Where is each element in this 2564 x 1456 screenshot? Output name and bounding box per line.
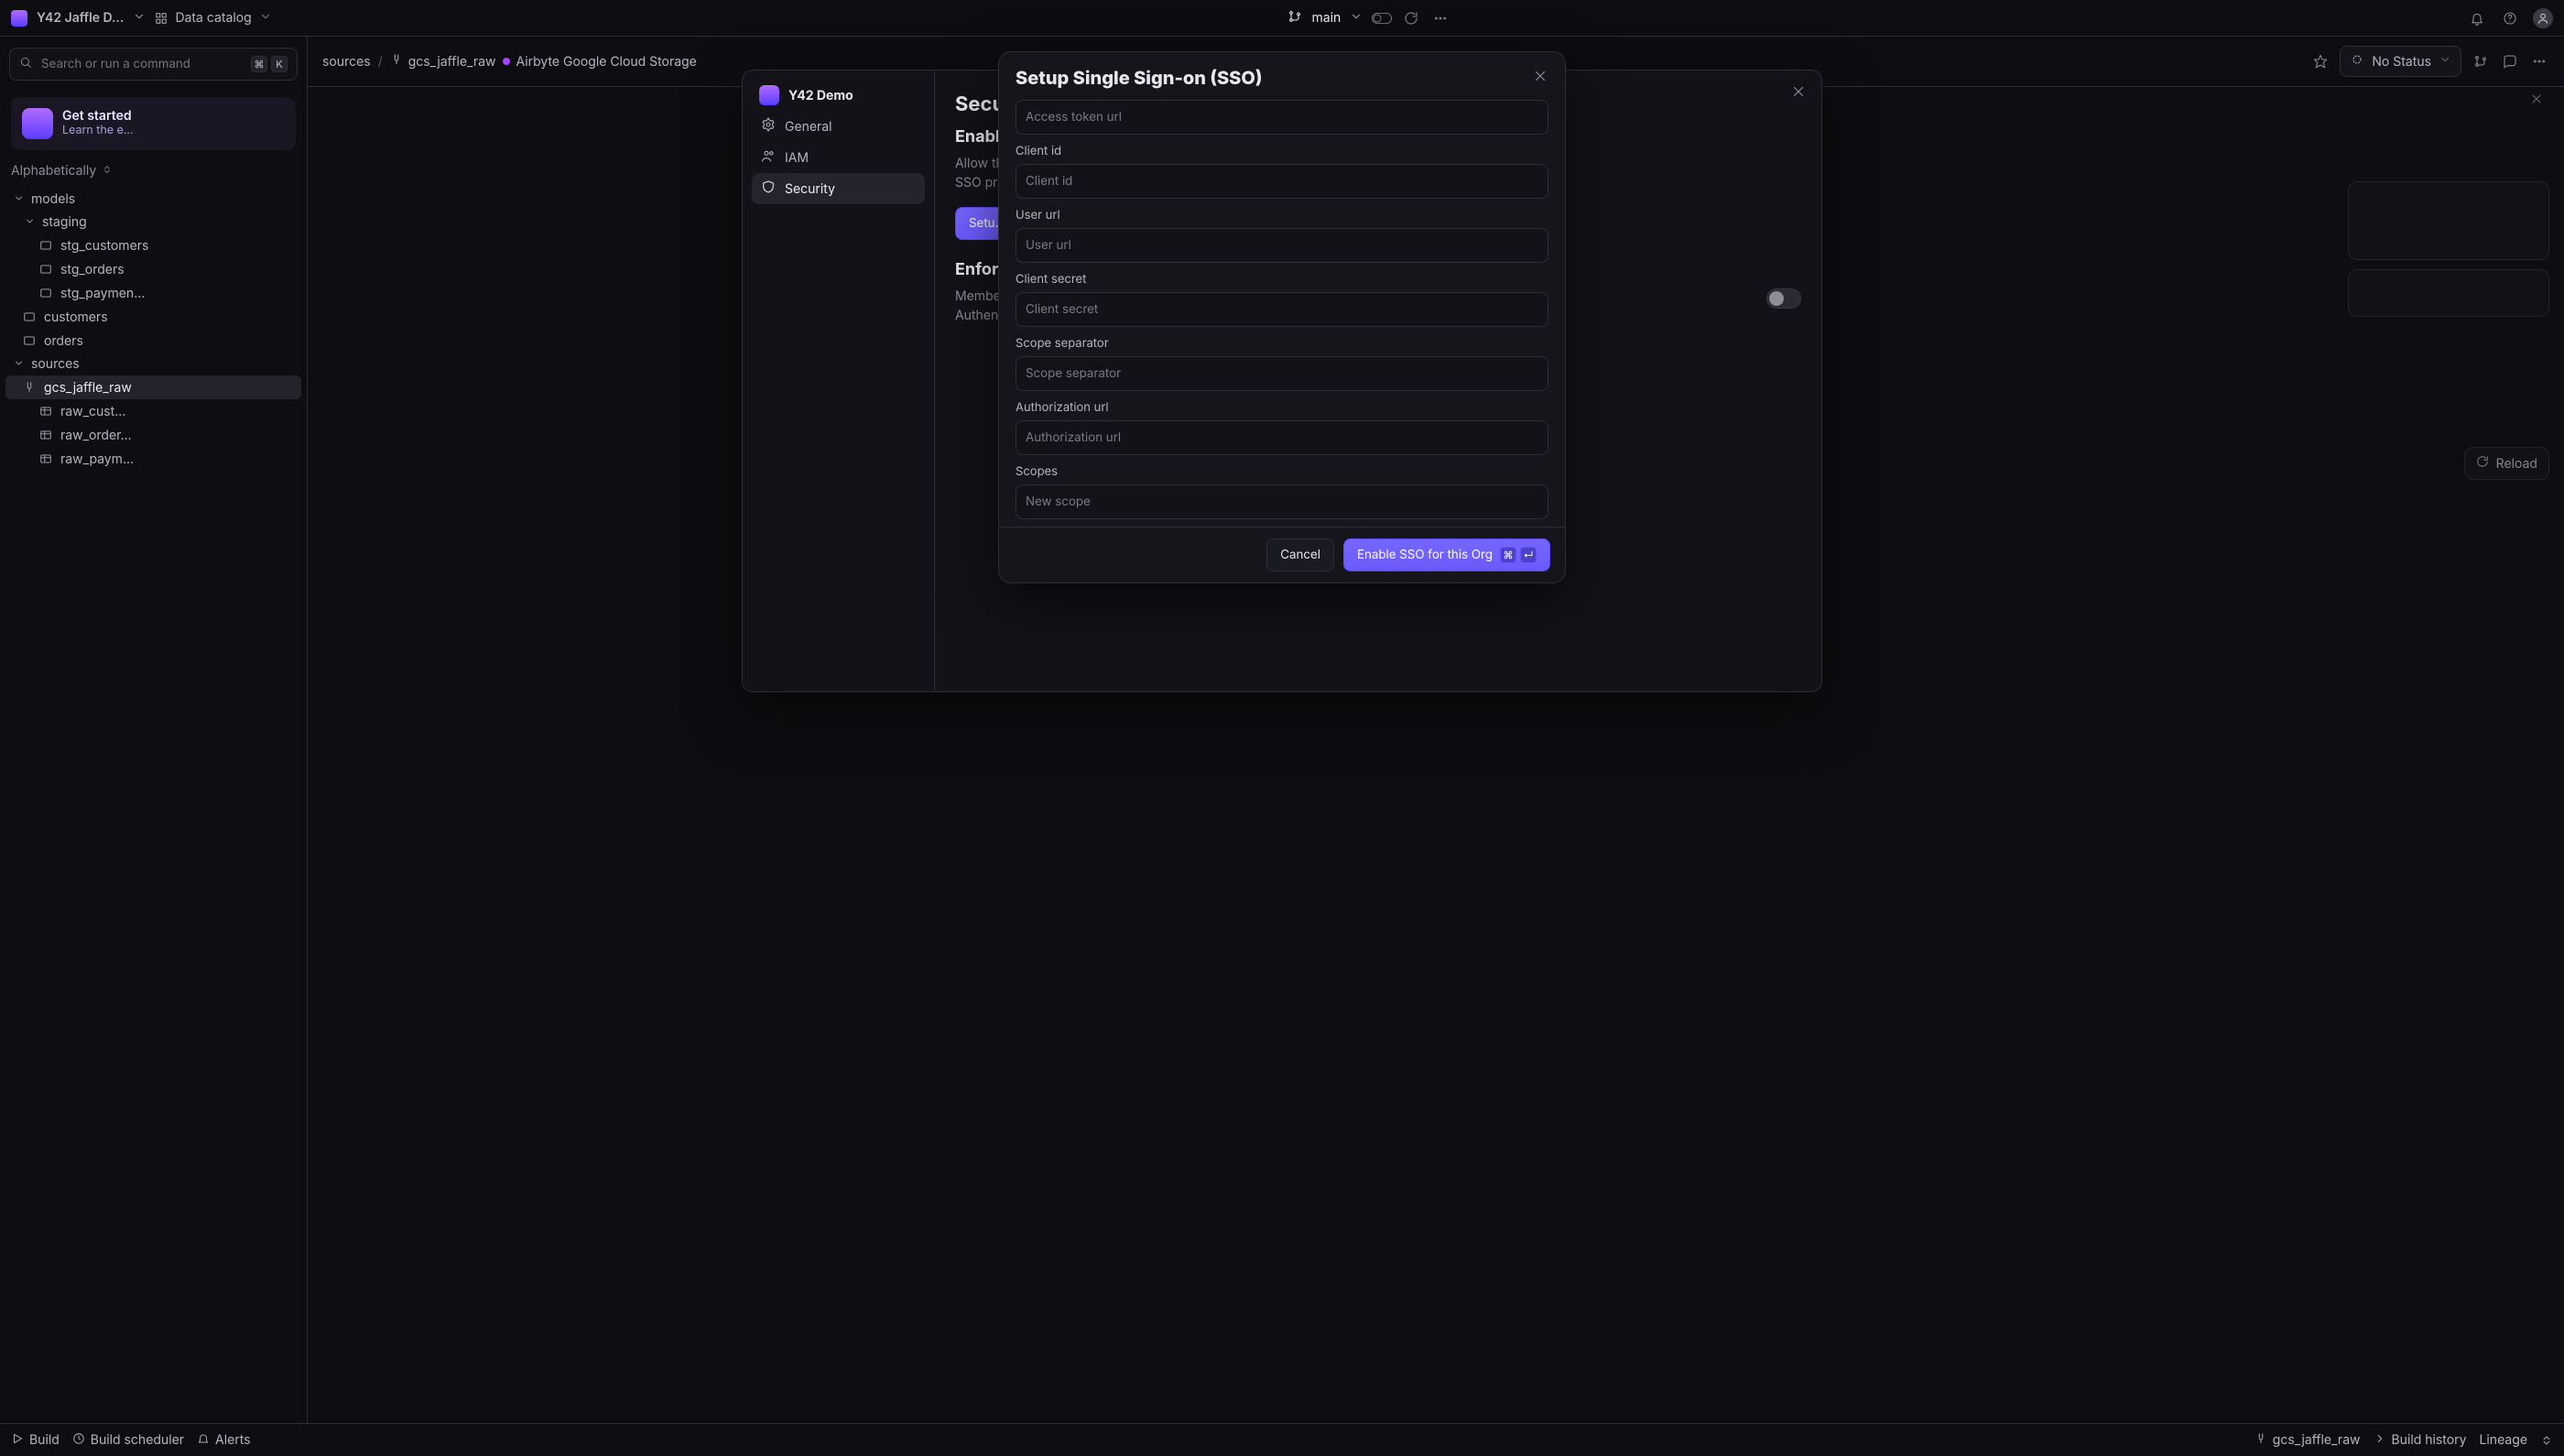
nav-security[interactable]: Security xyxy=(752,173,925,204)
nav-general[interactable]: General xyxy=(752,111,925,142)
modal-title: Setup Single Sign-on (SSO) xyxy=(1016,67,1263,89)
shield-icon xyxy=(761,179,776,198)
enable-sso-button-label: Enable SSO for this Org xyxy=(1357,548,1493,562)
nav-security-label: Security xyxy=(785,181,835,197)
org-header: Y42 Demo xyxy=(752,80,925,111)
close-icon[interactable] xyxy=(1532,68,1548,88)
client-secret-label: Client secret xyxy=(1016,272,1548,287)
kbd-hint: ⌘ ↵ xyxy=(1500,547,1537,563)
enable-sso-button[interactable]: Enable SSO for this Org ⌘ ↵ xyxy=(1343,538,1550,571)
org-name: Y42 Demo xyxy=(788,88,853,103)
gear-icon xyxy=(761,117,776,136)
nav-general-label: General xyxy=(785,119,832,135)
scope-separator-label: Scope separator xyxy=(1016,336,1548,351)
org-logo xyxy=(759,85,779,105)
nav-iam[interactable]: IAM xyxy=(752,142,925,173)
cancel-button[interactable]: Cancel xyxy=(1266,538,1334,571)
user-url-input[interactable] xyxy=(1016,228,1548,263)
authorization-url-label: Authorization url xyxy=(1016,400,1548,415)
client-id-input[interactable] xyxy=(1016,164,1548,199)
settings-nav: Y42 Demo General IAM Security xyxy=(743,71,935,691)
users-icon xyxy=(761,148,776,167)
nav-iam-label: IAM xyxy=(785,150,809,166)
client-id-label: Client id xyxy=(1016,144,1548,158)
kbd-cmd: ⌘ xyxy=(1500,547,1516,563)
user-url-label: User url xyxy=(1016,208,1548,223)
close-icon[interactable] xyxy=(1790,83,1807,103)
enforce-toggle[interactable] xyxy=(1766,288,1801,309)
scopes-label: Scopes xyxy=(1016,464,1548,479)
scopes-input[interactable] xyxy=(1016,484,1548,519)
scope-separator-input[interactable] xyxy=(1016,356,1548,391)
overlay: Y42 Demo General IAM Security Security xyxy=(0,0,2564,1456)
authorization-url-input[interactable] xyxy=(1016,420,1548,455)
client-secret-input[interactable] xyxy=(1016,292,1548,327)
sso-modal: Setup Single Sign-on (SSO) Client id Use… xyxy=(998,51,1566,583)
access-token-url-input[interactable] xyxy=(1016,100,1548,135)
kbd-enter: ↵ xyxy=(1520,547,1537,563)
app-shell: Y42 Jaffle D… Data catalog main xyxy=(0,0,2564,1456)
